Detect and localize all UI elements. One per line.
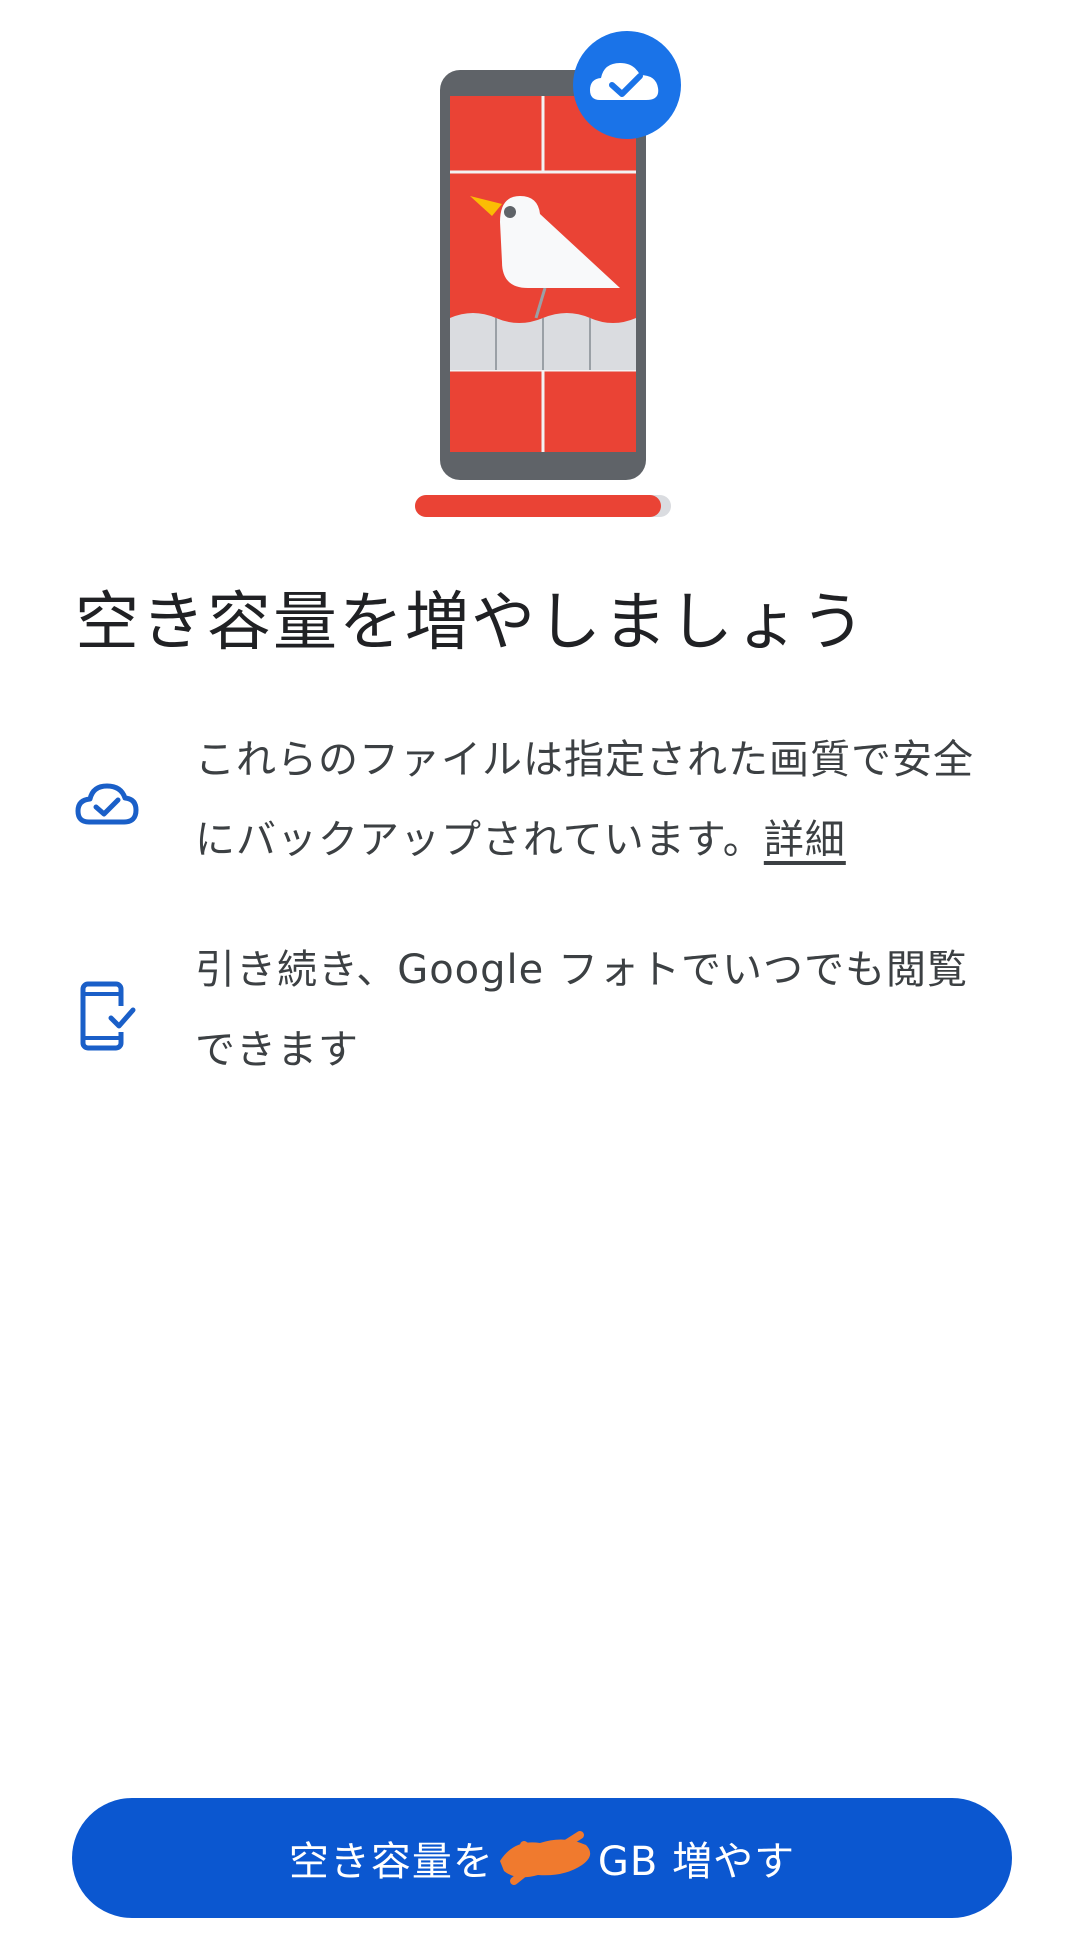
page-title: 空き容量を増やしましょう	[75, 586, 867, 660]
storage-progress-bar	[415, 495, 661, 517]
feature-backup-text: これらのファイルは指定された画質で安全にバックアップされています。詳細	[195, 720, 1005, 880]
redaction-scribble	[499, 1829, 592, 1887]
free-up-space-button[interactable]: 空き容量を GB 増やす	[72, 1798, 1012, 1918]
free-up-label-suffix: GB 増やす	[597, 1839, 796, 1885]
phone-backup-illustration	[415, 31, 681, 517]
hero-illustration	[0, 0, 1080, 530]
feature-backup-description: これらのファイルは指定された画質で安全にバックアップされています。	[195, 737, 974, 863]
cloud-backup-badge-icon	[573, 31, 681, 139]
details-link[interactable]: 詳細	[764, 817, 846, 863]
free-up-label-prefix: 空き容量を	[288, 1839, 494, 1885]
cloud-check-icon	[75, 770, 139, 842]
phone-check-icon	[75, 980, 139, 1052]
feature-view-text: 引き続き、Google フォトでいつでも閲覧できます	[195, 947, 968, 1073]
